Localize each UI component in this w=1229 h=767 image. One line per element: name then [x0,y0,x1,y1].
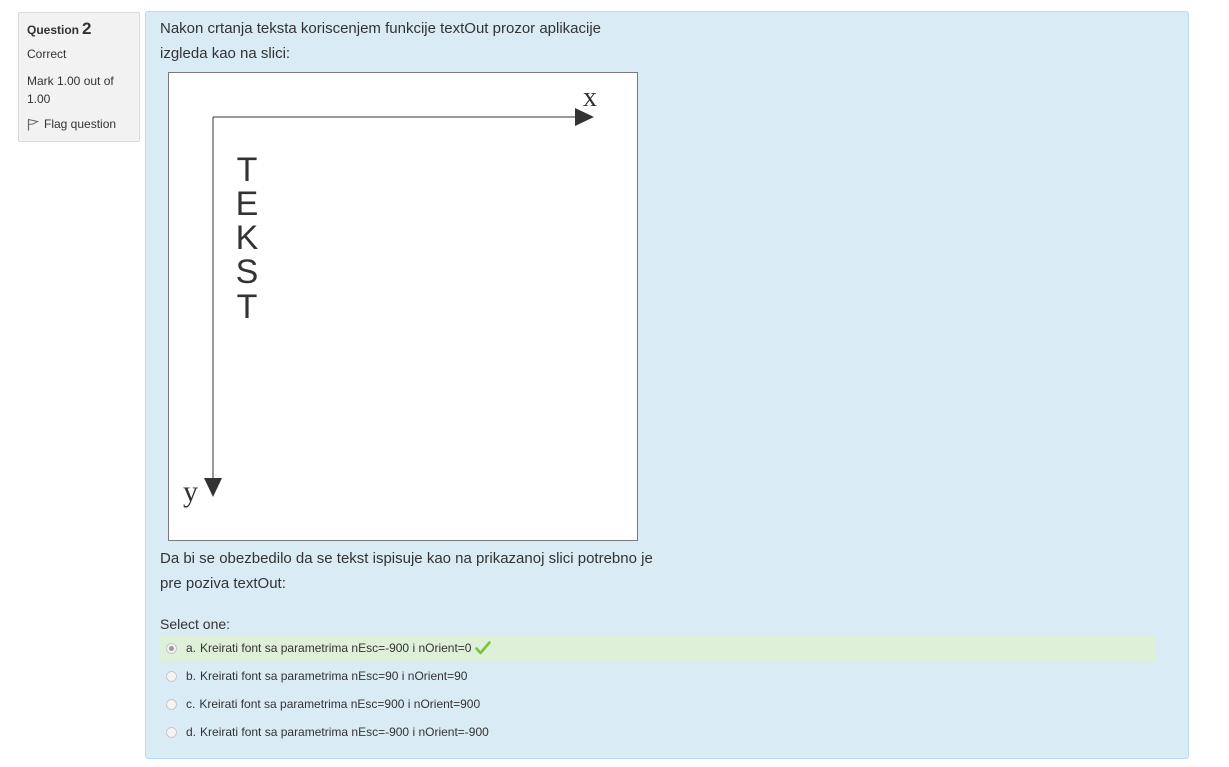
question-state: Correct [27,47,67,61]
radio-button[interactable] [166,670,177,682]
question-info-panel: Question 2 Correct Mark 1.00 out of 1.00 … [18,12,140,142]
question-text-intro: Nakon crtanja teksta koriscenjem funkcij… [160,16,601,66]
question-figure: x y T E K S T [168,72,638,541]
question-label: Question [27,23,80,37]
answer-letter: a. [186,641,197,655]
axes-diagram: x y T E K S T [183,82,597,508]
answer-list: a. Kreirati font sa parametrima nEsc=-90… [160,635,1156,747]
question-text-line: Da bi se obezbedilo da se tekst ispisuje… [160,550,653,567]
question-text-line: pre poziva textOut: [160,575,286,592]
question-text-line: Nakon crtanja teksta koriscenjem funkcij… [160,20,602,37]
question-number: 2 [82,19,92,38]
text-letter: S [236,253,259,291]
answer-text: Kreirati font sa parametrima nEsc=90 i n… [200,669,468,683]
answer-text: Kreirati font sa parametrima nEsc=900 i … [199,697,481,711]
question-grade: Mark 1.00 out of 1.00 [27,74,114,106]
checkmark-icon [475,641,492,655]
answer-text: Kreirati font sa parametrima nEsc=-900 i… [200,641,472,655]
flag-question-label: Flag question [44,117,117,131]
radio-button[interactable] [166,642,177,654]
y-axis-label: y [183,475,198,508]
answer-option-a[interactable]: a. Kreirati font sa parametrima nEsc=-90… [160,635,1156,661]
answer-text: Kreirati font sa parametrima nEsc=-900 i… [200,725,489,739]
flag-question-link[interactable]: Flag question [27,117,131,131]
question-text-instruction: Da bi se obezbedilo da se tekst ispisuje… [160,546,653,596]
text-letter: T [237,151,258,189]
answer-letter: b. [186,669,197,683]
select-one-prompt: Select one: [160,616,231,632]
question-text-line: izgleda kao na slici: [160,45,291,62]
vertical-text: T E K S T [236,151,259,326]
text-letter: E [236,185,259,223]
answer-option-c[interactable]: c. Kreirati font sa parametrima nEsc=900… [160,691,1156,717]
x-axis-label: x [583,82,597,113]
radio-button[interactable] [166,698,177,710]
answer-letter: c. [186,697,196,711]
text-letter: K [236,219,259,257]
flag-icon [27,118,39,130]
answer-option-b[interactable]: b. Kreirati font sa parametrima nEsc=90 … [160,663,1156,689]
question-content: Nakon crtanja teksta koriscenjem funkcij… [145,11,1189,759]
text-letter: T [237,288,258,326]
question-number-line: Question 2 [27,20,131,39]
answer-option-d[interactable]: d. Kreirati font sa parametrima nEsc=-90… [160,719,1156,745]
answer-letter: d. [186,725,197,739]
radio-button[interactable] [166,726,177,738]
